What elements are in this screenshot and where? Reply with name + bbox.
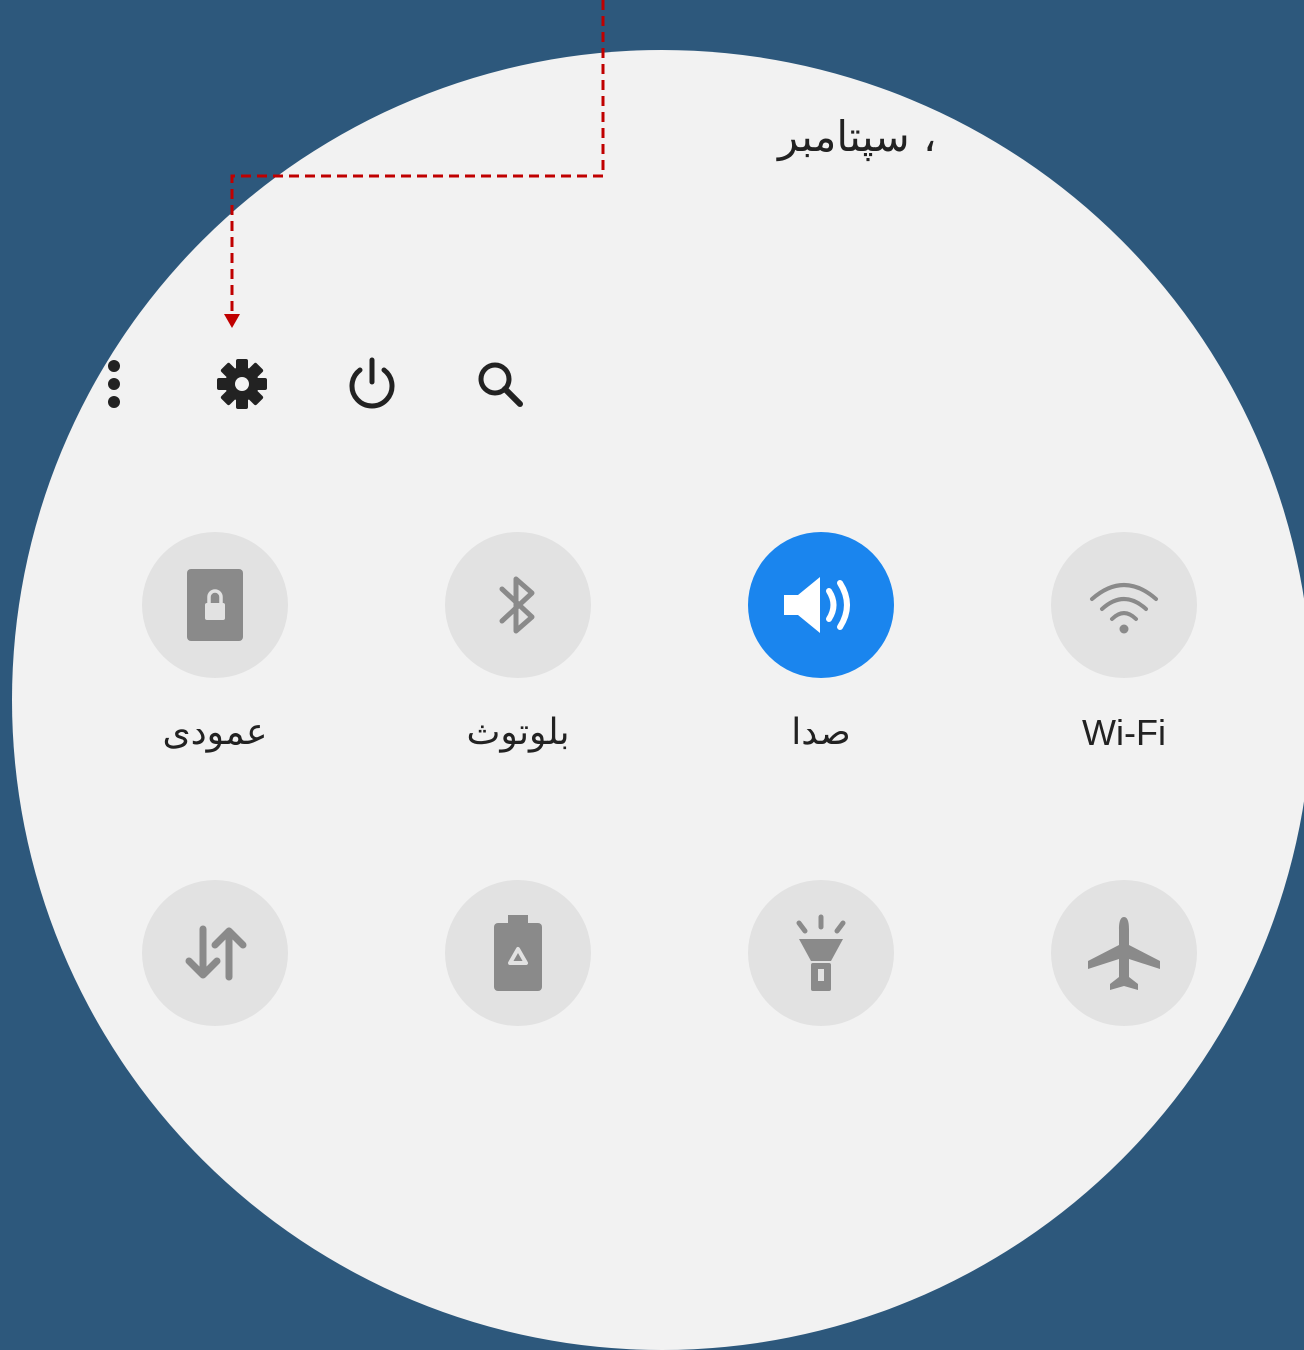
tile-power-saving[interactable] — [445, 880, 591, 1026]
settings-gear-icon[interactable] — [210, 352, 274, 416]
screen-lock-rotation-icon — [187, 569, 243, 641]
mobile-data-icon — [185, 925, 247, 981]
tile-flashlight[interactable] — [748, 880, 894, 1026]
magnified-panel — [12, 50, 1304, 1350]
tile-label-sound: صدا — [791, 712, 851, 753]
more-options-icon[interactable] — [82, 352, 146, 416]
tile-label-wifi: Wi-Fi — [1082, 712, 1166, 753]
bluetooth-icon — [499, 576, 535, 634]
tile-airplane-mode[interactable] — [1051, 880, 1197, 1026]
tile-mobile-data[interactable] — [142, 880, 288, 1026]
power-saving-icon — [494, 915, 542, 991]
tile-label-portrait: عمودی — [162, 712, 268, 753]
power-icon[interactable] — [340, 352, 404, 416]
tile-sound[interactable] — [748, 532, 894, 678]
tile-label-bluetooth: بلوتوث — [466, 712, 570, 753]
tile-portrait-lock[interactable] — [142, 532, 288, 678]
tile-bluetooth[interactable] — [445, 532, 591, 678]
date-header: ، سپتامبر — [778, 112, 937, 161]
sound-icon — [784, 577, 850, 633]
flashlight-icon — [796, 914, 846, 991]
wifi-icon — [1090, 583, 1158, 634]
airplane-mode-icon — [1088, 917, 1160, 990]
search-icon[interactable] — [468, 352, 532, 416]
tile-wifi[interactable] — [1051, 532, 1197, 678]
